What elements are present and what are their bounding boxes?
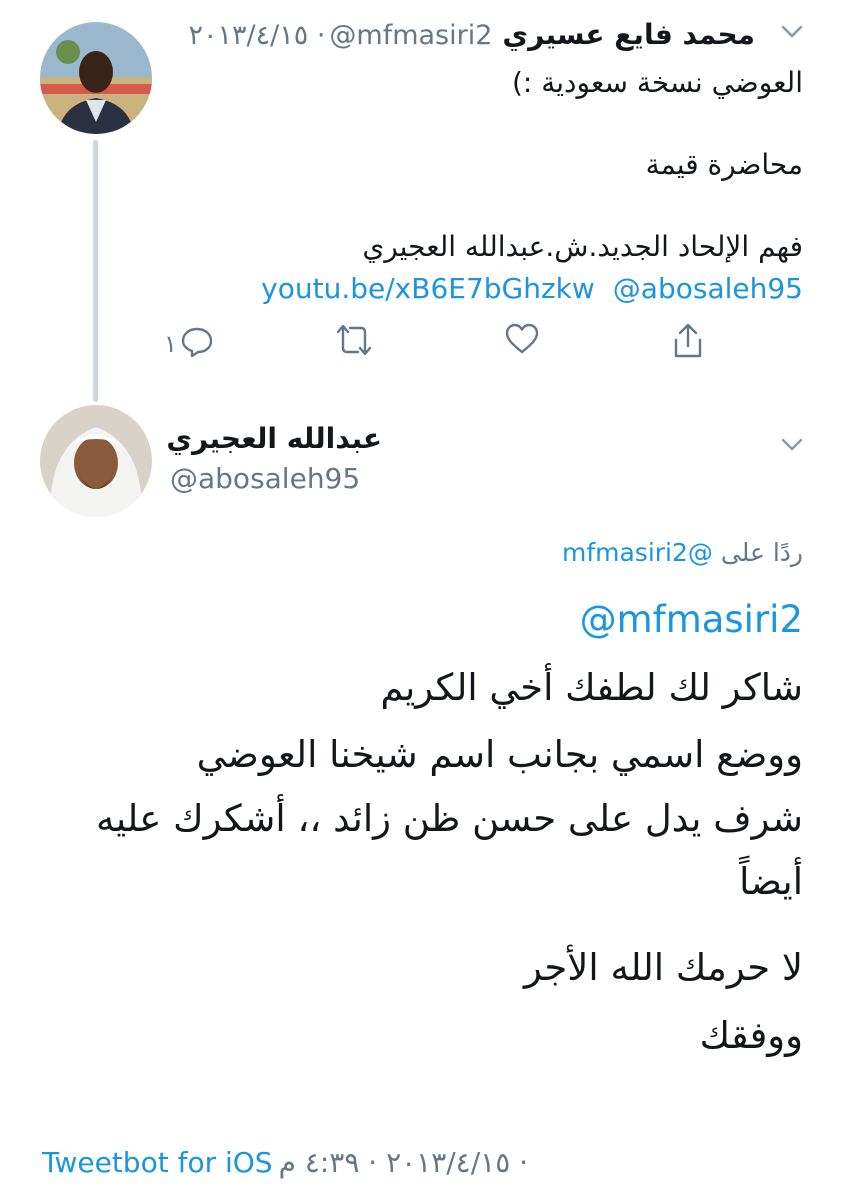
tweet2-timestamp: · ٢٠١٣/٤/١٥ · ٤:٣٩ م [278, 1146, 529, 1179]
tweet2-text-line: ووفقك [699, 1014, 803, 1057]
avatar-mfmasiri2[interactable] [40, 22, 152, 134]
share-button[interactable] [672, 322, 708, 366]
like-button[interactable] [504, 322, 544, 366]
avatar-abosaleh95[interactable] [40, 405, 152, 517]
retweet-icon [336, 324, 372, 356]
tweet2-text-line: لا حرمك الله الأجر [524, 946, 803, 989]
chevron-down-icon[interactable] [781, 24, 803, 43]
tweet2-text-line: شاكر لك لطفك أخي الكريم [380, 666, 803, 709]
tweet2-text-line: شرف يدل على حسن ظن زائد ،، أشكرك عليه [96, 797, 803, 840]
replying-to-prefix: ردًا على [720, 538, 803, 567]
tweet1-action-bar: ١ [150, 322, 720, 366]
tweet1-header: · ٢٠١٣/٤/١٥ @mfmasiri2 محمد فايع عسيري [155, 18, 755, 58]
tweet2-handle[interactable]: @abosaleh95 [170, 462, 360, 495]
tweet1-handle[interactable]: @mfmasiri2 [329, 20, 492, 51]
tweet2-text-line: أيضاً [739, 860, 803, 903]
like-icon [505, 323, 539, 354]
tweet1-youtube-link[interactable]: youtu.be/xB6E7bGhzkw [261, 272, 595, 305]
tweet1-text-line: العوضي نسخة سعودية :) [511, 66, 803, 99]
thread-connector [93, 140, 98, 402]
tweet2-mention-link[interactable]: @mfmasiri2 [580, 598, 803, 641]
tweet-source-link[interactable]: Tweetbot for iOS [42, 1146, 273, 1179]
tweet1-text-line: محاضرة قيمة [645, 148, 803, 181]
replying-to-context: ردًا على @mfmasiri2 [562, 538, 803, 567]
tweet1-author-name[interactable]: محمد فايع عسيري [502, 18, 755, 51]
tweet2-footer: Tweetbot for iOS · ٢٠١٣/٤/١٥ · ٤:٣٩ م [42, 1146, 528, 1179]
tweet1-text-line: فهم الإلحاد الجديد.ش.عبدالله العجيري [362, 230, 803, 263]
tweet1-timestamp[interactable]: · ٢٠١٣/٤/١٥ [189, 20, 326, 51]
tweet2-text-line: ووضع اسمي بجانب اسم شيخنا العوضي [196, 733, 803, 776]
reply-button[interactable]: ١ [150, 322, 220, 366]
chevron-down-icon[interactable] [781, 437, 803, 456]
share-icon [674, 323, 702, 358]
reply-count: ١ [164, 330, 177, 358]
retweet-button[interactable] [332, 322, 376, 366]
tweet2-author-name[interactable]: عبدالله العجيري [166, 422, 382, 455]
replying-to-link[interactable]: @mfmasiri2 [562, 538, 713, 567]
reply-icon [181, 327, 213, 358]
tweet1-links: youtu.be/xB6E7bGhzkw @abosaleh95 [261, 272, 803, 305]
tweet1-mention-link[interactable]: @abosaleh95 [613, 272, 803, 305]
